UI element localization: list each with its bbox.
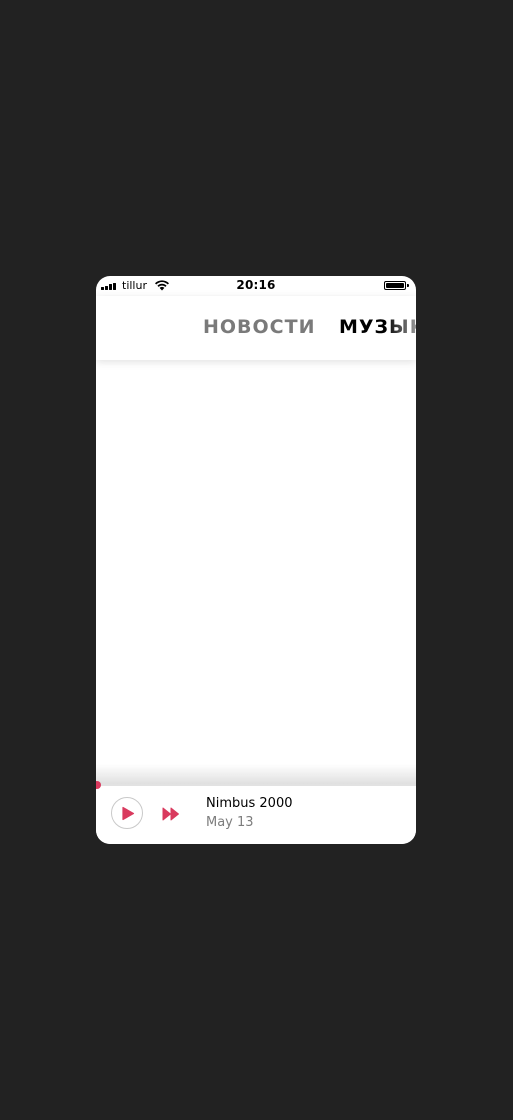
track-title: Nimbus 2000: [206, 796, 293, 811]
fast-forward-button[interactable]: [162, 806, 180, 825]
progress-bar[interactable]: [96, 781, 416, 789]
progress-knob[interactable]: [96, 781, 101, 789]
status-bar: tillur 20:16: [96, 276, 416, 296]
play-button[interactable]: [111, 797, 143, 829]
play-icon: [122, 806, 135, 821]
battery-icon: [384, 281, 406, 290]
tab-music[interactable]: МУЗЫКА: [339, 316, 416, 338]
tab-header: НОВОСТИ МУЗЫКА: [96, 296, 416, 360]
content-area: [96, 360, 416, 760]
mini-player: Nimbus 2000 May 13: [96, 781, 416, 844]
fast-forward-icon: [162, 807, 179, 821]
content-fade: [96, 764, 416, 784]
status-time: 20:16: [236, 278, 276, 292]
phone-screen: tillur 20:16 НОВОСТИ МУЗЫКА: [96, 276, 416, 844]
track-subtitle: May 13: [206, 815, 254, 830]
battery-tip: [407, 284, 409, 287]
tab-news[interactable]: НОВОСТИ: [203, 316, 316, 338]
